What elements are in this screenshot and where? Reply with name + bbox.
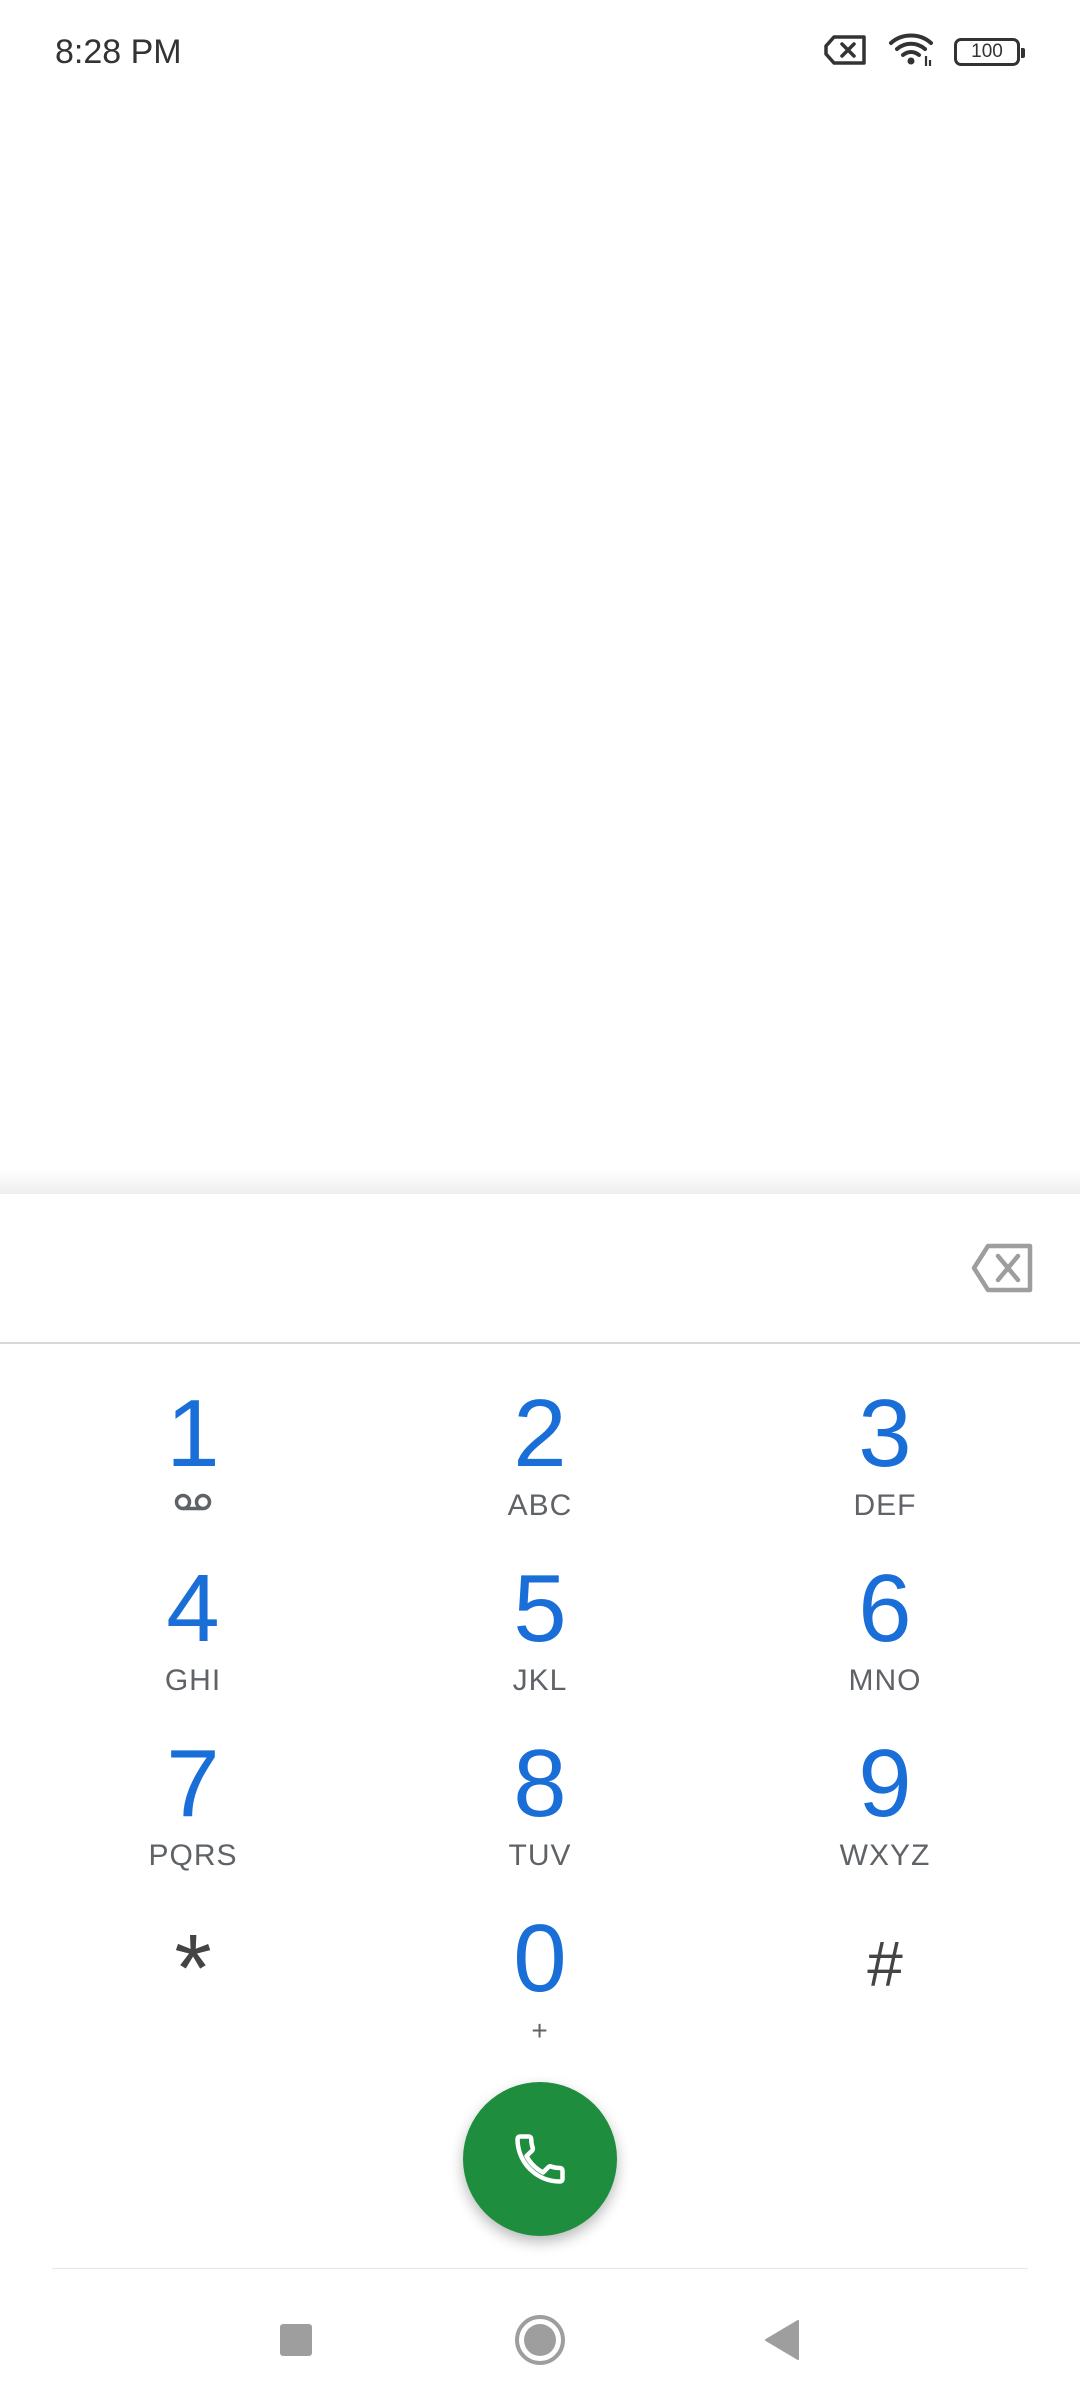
dialpad-key-0[interactable]: 0 + — [390, 1909, 690, 2069]
key-digit: 0 — [513, 1905, 567, 2012]
dialpad-key-star[interactable]: * — [43, 1914, 343, 2074]
key-digit: 2 — [513, 1380, 567, 1487]
key-digit: 6 — [858, 1555, 912, 1662]
key-symbol: # — [867, 1928, 903, 2000]
back-button[interactable] — [752, 2310, 812, 2370]
battery-level: 100 — [971, 41, 1003, 62]
voicemail-icon — [174, 1493, 212, 1511]
key-letters: TUV — [508, 1839, 572, 1872]
backspace-icon — [971, 1243, 1033, 1293]
home-circle-icon — [515, 2315, 565, 2365]
recents-button[interactable] — [266, 2310, 326, 2370]
key-digit: 7 — [166, 1730, 220, 1837]
digits-row — [0, 1194, 1080, 1344]
status-time: 8:28 PM — [55, 33, 182, 71]
key-digit: 3 — [858, 1380, 912, 1487]
phone-icon — [515, 2134, 565, 2184]
recents-square-icon — [280, 2324, 312, 2356]
key-digit: 9 — [858, 1730, 912, 1837]
navigation-bar — [0, 2270, 1080, 2400]
no-sim-icon — [824, 34, 868, 71]
dialer-content-area — [0, 104, 1080, 1170]
key-letters: + — [531, 2015, 549, 2046]
dialpad-key-1[interactable]: 1 — [43, 1384, 343, 1544]
dialpad-key-6[interactable]: 6 MNO — [735, 1559, 1035, 1719]
phone-screen: 8:28 PM 100 1 2 ABC 3 DEF 4 GHI 5 JKL 6 … — [0, 0, 1080, 2400]
nav-divider — [52, 2268, 1028, 2269]
back-triangle-icon — [765, 2320, 799, 2360]
dialpad-key-5[interactable]: 5 JKL — [390, 1559, 690, 1719]
dialpad-key-4[interactable]: 4 GHI — [43, 1559, 343, 1719]
backspace-button[interactable] — [970, 1240, 1036, 1296]
dialpad-key-9[interactable]: 9 WXYZ — [735, 1734, 1035, 1894]
dialpad-key-3[interactable]: 3 DEF — [735, 1384, 1035, 1544]
battery-icon: 100 — [954, 38, 1025, 66]
wifi-icon — [888, 32, 934, 73]
key-letters: GHI — [164, 1664, 222, 1697]
home-button[interactable] — [510, 2310, 570, 2370]
dialpad-top-shadow — [0, 1170, 1080, 1194]
key-letters: JKL — [512, 1664, 568, 1697]
key-digit: 8 — [513, 1730, 567, 1837]
status-icons: 100 — [824, 32, 1025, 73]
key-digit: 1 — [166, 1380, 220, 1487]
key-letters: PQRS — [148, 1839, 238, 1872]
key-digit: 5 — [513, 1555, 567, 1662]
key-letters: DEF — [853, 1489, 917, 1522]
key-letters: MNO — [848, 1664, 922, 1697]
key-letters: ABC — [507, 1489, 573, 1522]
dialpad-key-8[interactable]: 8 TUV — [390, 1734, 690, 1894]
key-symbol: * — [174, 1915, 212, 2022]
digits-field[interactable] — [40, 1224, 924, 1316]
dialpad-key-2[interactable]: 2 ABC — [390, 1384, 690, 1544]
dialpad-key-7[interactable]: 7 PQRS — [43, 1734, 343, 1894]
key-letters: WXYZ — [839, 1839, 931, 1872]
key-digit: 4 — [166, 1555, 220, 1662]
call-button[interactable] — [463, 2082, 617, 2236]
status-bar: 8:28 PM 100 — [0, 0, 1080, 104]
dialpad-key-pound[interactable]: # — [735, 1914, 1035, 2074]
